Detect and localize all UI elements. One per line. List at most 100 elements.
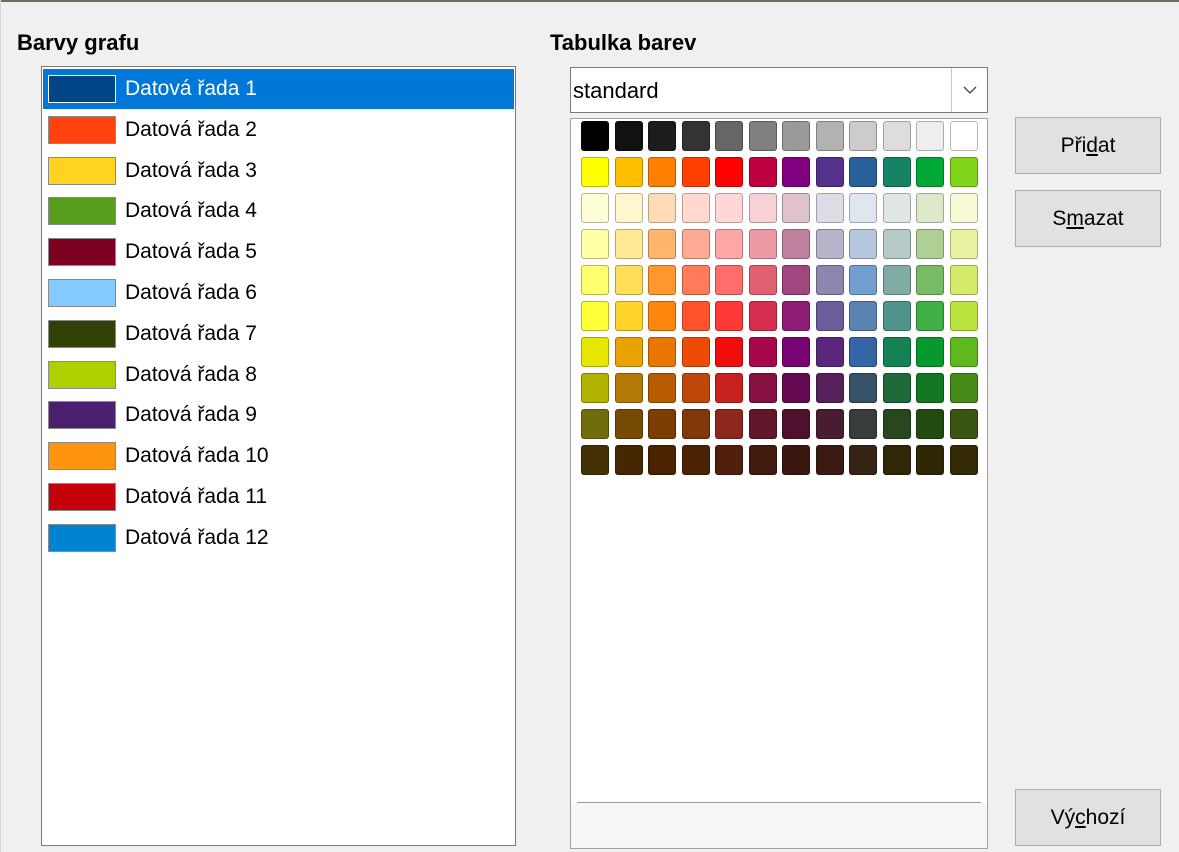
palette-color-cell[interactable] bbox=[949, 373, 978, 403]
palette-color-cell[interactable] bbox=[782, 301, 810, 331]
palette-color-cell[interactable] bbox=[614, 409, 643, 439]
palette-color-cell[interactable] bbox=[916, 337, 944, 367]
palette-color-cell[interactable] bbox=[681, 121, 710, 151]
series-item[interactable]: Datová řada 7 bbox=[43, 314, 514, 354]
palette-color-cell[interactable] bbox=[581, 301, 609, 331]
palette-color-cell[interactable] bbox=[748, 445, 777, 475]
series-item[interactable]: Datová řada 4 bbox=[43, 191, 514, 231]
palette-color-cell[interactable] bbox=[614, 301, 643, 331]
palette-color-cell[interactable] bbox=[815, 337, 844, 367]
palette-color-cell[interactable] bbox=[949, 193, 978, 223]
series-item[interactable]: Datová řada 1 bbox=[43, 69, 514, 109]
palette-color-cell[interactable] bbox=[916, 229, 944, 259]
palette-color-cell[interactable] bbox=[916, 121, 944, 151]
palette-color-cell[interactable] bbox=[849, 409, 877, 439]
palette-color-cell[interactable] bbox=[782, 193, 810, 223]
palette-color-cell[interactable] bbox=[681, 193, 710, 223]
palette-color-cell[interactable] bbox=[949, 337, 978, 367]
palette-color-cell[interactable] bbox=[782, 229, 810, 259]
series-item[interactable]: Datová řada 11 bbox=[43, 477, 514, 517]
palette-color-cell[interactable] bbox=[882, 445, 911, 475]
palette-color-cell[interactable] bbox=[715, 121, 743, 151]
palette-color-cell[interactable] bbox=[782, 445, 810, 475]
palette-color-cell[interactable] bbox=[614, 337, 643, 367]
palette-color-cell[interactable] bbox=[949, 301, 978, 331]
palette-color-cell[interactable] bbox=[782, 121, 810, 151]
palette-color-cell[interactable] bbox=[715, 229, 743, 259]
palette-color-cell[interactable] bbox=[815, 157, 844, 187]
palette-color-cell[interactable] bbox=[916, 157, 944, 187]
palette-color-cell[interactable] bbox=[715, 193, 743, 223]
palette-color-cell[interactable] bbox=[648, 265, 676, 295]
palette-color-cell[interactable] bbox=[916, 301, 944, 331]
palette-color-cell[interactable] bbox=[614, 445, 643, 475]
palette-color-cell[interactable] bbox=[581, 121, 609, 151]
palette-color-cell[interactable] bbox=[882, 157, 911, 187]
palette-color-cell[interactable] bbox=[581, 445, 609, 475]
palette-color-cell[interactable] bbox=[782, 409, 810, 439]
palette-color-cell[interactable] bbox=[681, 157, 710, 187]
palette-color-cell[interactable] bbox=[715, 445, 743, 475]
palette-color-cell[interactable] bbox=[715, 301, 743, 331]
palette-color-cell[interactable] bbox=[849, 373, 877, 403]
palette-color-cell[interactable] bbox=[815, 265, 844, 295]
palette-color-cell[interactable] bbox=[681, 337, 710, 367]
palette-color-cell[interactable] bbox=[815, 301, 844, 331]
palette-color-cell[interactable] bbox=[882, 337, 911, 367]
palette-color-cell[interactable] bbox=[581, 157, 609, 187]
palette-color-cell[interactable] bbox=[715, 373, 743, 403]
palette-color-cell[interactable] bbox=[849, 193, 877, 223]
palette-color-cell[interactable] bbox=[614, 265, 643, 295]
palette-color-cell[interactable] bbox=[782, 157, 810, 187]
palette-color-cell[interactable] bbox=[648, 301, 676, 331]
palette-color-cell[interactable] bbox=[849, 337, 877, 367]
palette-color-cell[interactable] bbox=[715, 409, 743, 439]
palette-color-cell[interactable] bbox=[715, 265, 743, 295]
default-button[interactable]: Vý c hozí bbox=[1015, 789, 1161, 846]
palette-color-cell[interactable] bbox=[648, 193, 676, 223]
palette-color-cell[interactable] bbox=[849, 157, 877, 187]
palette-color-cell[interactable] bbox=[648, 121, 676, 151]
palette-color-cell[interactable] bbox=[815, 229, 844, 259]
palette-color-cell[interactable] bbox=[849, 265, 877, 295]
palette-color-cell[interactable] bbox=[849, 301, 877, 331]
palette-color-cell[interactable] bbox=[748, 373, 777, 403]
palette-color-cell[interactable] bbox=[648, 229, 676, 259]
palette-color-cell[interactable] bbox=[949, 229, 978, 259]
series-item[interactable]: Datová řada 3 bbox=[43, 151, 514, 191]
palette-color-cell[interactable] bbox=[581, 265, 609, 295]
palette-color-cell[interactable] bbox=[681, 373, 710, 403]
palette-color-cell[interactable] bbox=[748, 157, 777, 187]
palette-color-cell[interactable] bbox=[681, 445, 710, 475]
palette-color-cell[interactable] bbox=[782, 265, 810, 295]
palette-color-cell[interactable] bbox=[648, 373, 676, 403]
palette-color-cell[interactable] bbox=[581, 337, 609, 367]
palette-color-cell[interactable] bbox=[614, 193, 643, 223]
palette-color-cell[interactable] bbox=[815, 373, 844, 403]
palette-color-cell[interactable] bbox=[614, 373, 643, 403]
palette-color-cell[interactable] bbox=[949, 121, 978, 151]
palette-color-cell[interactable] bbox=[916, 265, 944, 295]
palette-color-cell[interactable] bbox=[849, 121, 877, 151]
palette-color-cell[interactable] bbox=[648, 157, 676, 187]
palette-color-cell[interactable] bbox=[581, 373, 609, 403]
palette-color-cell[interactable] bbox=[782, 373, 810, 403]
palette-color-cell[interactable] bbox=[715, 337, 743, 367]
palette-color-cell[interactable] bbox=[782, 337, 810, 367]
palette-color-cell[interactable] bbox=[949, 157, 978, 187]
palette-color-cell[interactable] bbox=[681, 265, 710, 295]
palette-color-cell[interactable] bbox=[849, 445, 877, 475]
palette-color-cell[interactable] bbox=[949, 265, 978, 295]
palette-color-cell[interactable] bbox=[916, 193, 944, 223]
series-item[interactable]: Datová řada 2 bbox=[43, 110, 514, 150]
palette-color-cell[interactable] bbox=[748, 121, 777, 151]
series-item[interactable]: Datová řada 10 bbox=[43, 436, 514, 476]
palette-color-cell[interactable] bbox=[815, 193, 844, 223]
palette-color-cell[interactable] bbox=[681, 229, 710, 259]
delete-button[interactable]: Sm azat bbox=[1015, 190, 1161, 247]
series-item[interactable]: Datová řada 12 bbox=[43, 518, 514, 558]
series-item[interactable]: Datová řada 8 bbox=[43, 355, 514, 395]
palette-color-cell[interactable] bbox=[748, 265, 777, 295]
add-button[interactable]: Při d at bbox=[1015, 117, 1161, 174]
palette-color-cell[interactable] bbox=[916, 409, 944, 439]
